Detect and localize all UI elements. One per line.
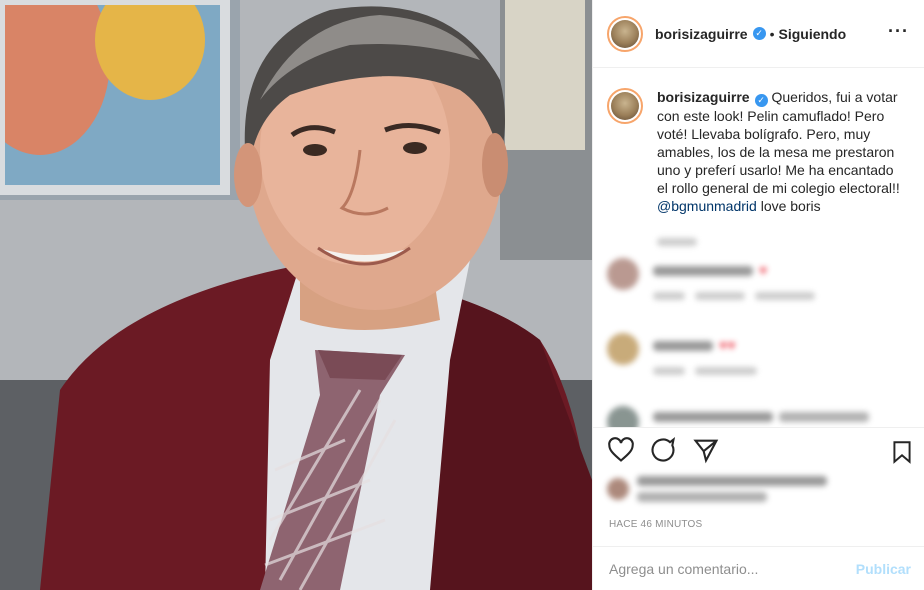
heart-emoji-icon: ♥♥: [719, 337, 736, 353]
caption-time-blurred: [657, 238, 697, 246]
more-horizontal-icon[interactable]: ···: [888, 22, 909, 40]
comments-list[interactable]: borisizaguirre ✓ Queridos, fui a votar co…: [593, 68, 924, 428]
comment-icon[interactable]: [649, 436, 677, 464]
caption-body: Queridos, fui a votar con este look! Pel…: [657, 89, 900, 196]
heart-icon[interactable]: [607, 436, 635, 464]
caption-mention[interactable]: @bgmunmadrid: [657, 198, 757, 214]
post-caption: borisizaguirre ✓ Queridos, fui a votar co…: [607, 88, 917, 215]
following-button[interactable]: Siguiendo: [779, 26, 847, 42]
bookmark-icon[interactable]: [889, 438, 915, 466]
post-timestamp[interactable]: HACE 46 MINUTOS: [609, 519, 702, 530]
share-icon[interactable]: [692, 436, 720, 464]
caption-verified-badge-icon: ✓: [754, 94, 768, 107]
likes-summary[interactable]: [607, 476, 917, 502]
verified-badge-icon: ✓: [752, 27, 766, 40]
comment-row: ♥: [607, 258, 917, 300]
post-photo[interactable]: [0, 0, 592, 590]
comment-form: Publicar: [593, 546, 924, 590]
photo-illustration: [0, 0, 592, 590]
heart-emoji-icon: ♥: [759, 262, 768, 278]
header-username[interactable]: borisizaguirre: [655, 26, 748, 42]
publish-button[interactable]: Publicar: [856, 561, 911, 577]
avatar[interactable]: [607, 15, 643, 52]
comment-row: [607, 406, 917, 427]
post-header: borisizaguirre ✓ • Siguiendo ···: [593, 0, 924, 68]
caption-username[interactable]: borisizaguirre: [657, 89, 750, 105]
caption-tail: love boris: [756, 198, 821, 214]
post-side-panel: borisizaguirre ✓ • Siguiendo ··· borisiz…: [592, 0, 924, 590]
header-separator: •: [769, 25, 775, 42]
comment-input[interactable]: [609, 560, 856, 577]
post-actions: [593, 428, 924, 478]
caption-text: borisizaguirre ✓ Queridos, fui a votar co…: [657, 88, 907, 215]
caption-avatar[interactable]: [607, 88, 643, 124]
comment-row: ♥♥: [607, 333, 917, 375]
